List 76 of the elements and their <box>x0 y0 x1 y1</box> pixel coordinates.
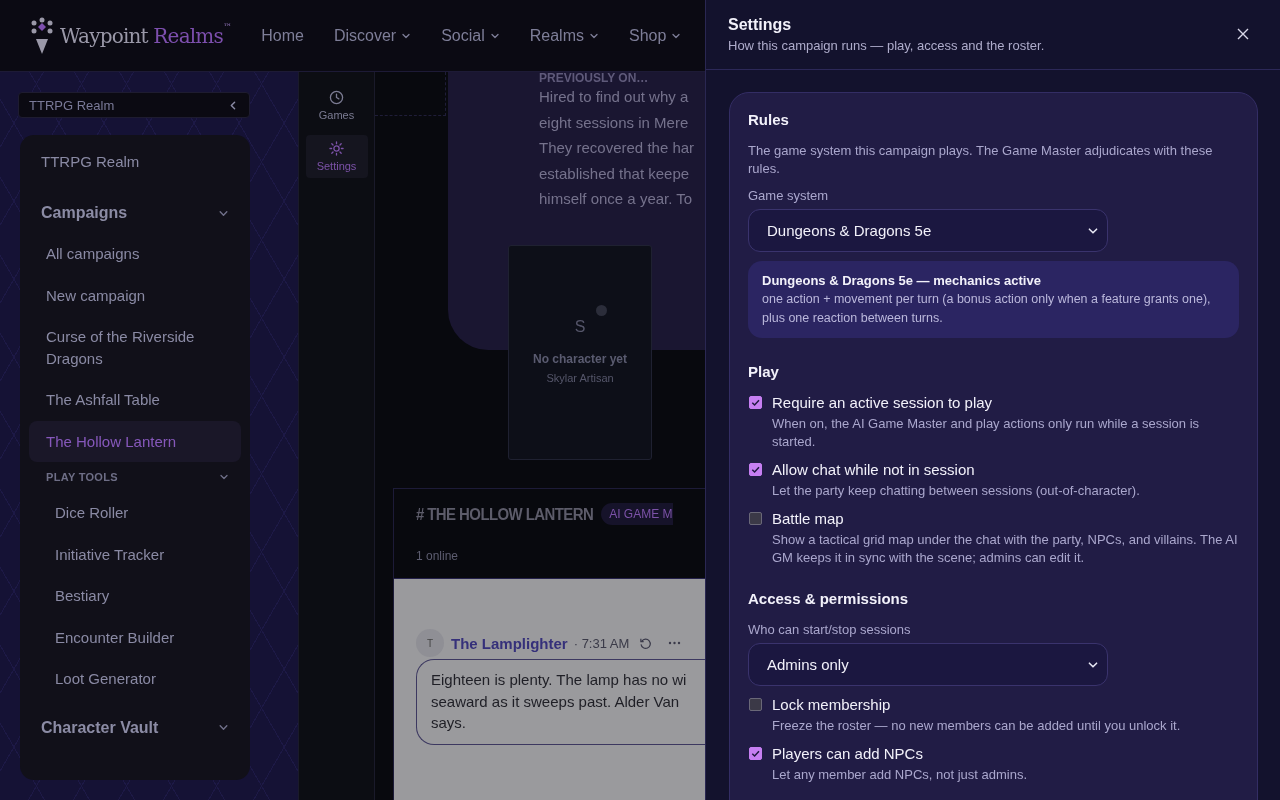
checkbox[interactable] <box>749 698 762 711</box>
nav-link[interactable]: Home <box>261 26 304 45</box>
checkbox-label[interactable]: Allow chat while not in session <box>772 460 1140 480</box>
section-description: The game system this campaign plays. The Game Master adjudicates with these rules. <box>748 142 1214 178</box>
select-field[interactable]: Dungeons & Dragons 5e <box>748 209 1108 252</box>
player-name: Skylar Artisan <box>546 372 614 384</box>
checkbox-description: When on, the AI Game Master and play actions only run while a session is started. <box>772 415 1201 451</box>
section-heading: Rules <box>748 110 790 130</box>
select-field[interactable]: Admins only <box>748 643 1108 686</box>
checkbox-label[interactable]: Players can add NPCs <box>772 744 1028 764</box>
info-text: one action + movement per turn (a bonus action only when a feature grants one), plus one reaction between turns. <box>762 291 1212 327</box>
nav-link[interactable]: Realms <box>529 26 599 45</box>
checkbox-description: Show a tactical grid map under the chat with the party, NPCs, and villains. The AI GM keeps it in sync with the scene; admins can edit it. <box>772 531 1239 567</box>
logo-wordmark[interactable]: Waypoint Realms$^{™}$ <box>60 23 232 48</box>
checkbox-label[interactable]: Lock membership <box>772 695 1181 715</box>
status-dot <box>595 305 607 316</box>
character-initial: S <box>574 318 586 336</box>
nav-link[interactable]: Social <box>441 26 500 45</box>
more-icon[interactable] <box>668 641 682 645</box>
section-heading: Access & permissions <box>748 589 910 609</box>
refresh-icon[interactable] <box>639 636 653 650</box>
info-title: Dungeons & Dragons 5e — mechanics active <box>762 272 1042 290</box>
sidebar-item[interactable]: Encounter Builder <box>29 616 241 658</box>
rail-tab[interactable]: Games <box>305 84 368 127</box>
sidebar-item[interactable]: The Hollow Lantern <box>29 420 241 462</box>
section-header[interactable]: Character Vault <box>29 707 241 748</box>
field-label: Game system <box>748 187 830 205</box>
sidebar-item[interactable]: Curse of the Riverside Dragons <box>29 316 241 379</box>
recap-text: They recovered the har <box>539 138 696 158</box>
rail-tab[interactable]: Settings <box>305 135 368 178</box>
message-time: · 7:31 AM <box>573 635 630 651</box>
drawer-title: Settings <box>728 15 793 35</box>
sidebar-item[interactable]: New campaign <box>29 274 241 316</box>
character-title: No character yet <box>532 352 627 366</box>
message-author[interactable]: The Lamplighter <box>451 634 568 652</box>
section-header[interactable]: Campaigns <box>29 193 241 233</box>
checkbox-description: Let any member add NPCs, not just admins. <box>772 766 1028 784</box>
role-badge: AI GAME M <box>601 503 673 525</box>
sidebar-item[interactable]: Bestiary <box>29 575 241 617</box>
sidebar-item[interactable]: Loot Generator <box>29 658 241 700</box>
realm-title: TTRPG Realm <box>40 152 141 172</box>
checkbox[interactable] <box>749 747 762 760</box>
channel-title: # THE HOLLOW LANTERN <box>416 505 594 523</box>
sidebar-item[interactable]: Initiative Tracker <box>29 533 241 575</box>
sidebar-item[interactable]: The Ashfall Table <box>29 379 241 421</box>
sidebar-item[interactable]: All campaigns <box>29 233 241 275</box>
close-button[interactable] <box>1236 27 1250 41</box>
drawer-subtitle: How this campaign runs — play, access and the roster. <box>728 38 1045 53</box>
checkbox-description: Let the party keep chatting between sessions (out-of-character). <box>772 482 1140 500</box>
checkbox[interactable] <box>749 463 762 476</box>
logo-icon <box>30 16 54 55</box>
clock-icon <box>329 90 344 105</box>
checkbox-label[interactable]: Battle map <box>772 509 1239 529</box>
recap-text: Hired to find out why a <box>539 87 690 107</box>
settings-icon <box>329 141 344 156</box>
character-card[interactable]: S No character yet Skylar Artisan <box>508 245 652 460</box>
nav-link[interactable]: Discover <box>333 26 412 45</box>
message-text: Eighteen is plenty. The lamp has no wi <box>431 670 688 690</box>
nav-link[interactable]: Shop <box>628 26 682 45</box>
recap-heading: PREVIOUSLY ON… <box>539 72 650 84</box>
recap-text: established that keepe <box>539 163 691 184</box>
sidebar-item[interactable]: Dice Roller <box>29 492 241 534</box>
section-header[interactable]: PLAY TOOLS <box>29 462 241 492</box>
field-label: Who can start/stop sessions <box>748 621 912 639</box>
checkbox[interactable] <box>749 396 762 409</box>
avatar: T <box>416 629 444 657</box>
section-heading: Play <box>748 362 780 382</box>
realm-select[interactable]: TTRPG Realm <box>18 92 250 118</box>
recap-text: himself once a year. To <box>539 189 694 209</box>
message-text: says. <box>431 713 467 733</box>
checkbox-description: Freeze the roster — no new members can be added until you unlock it. <box>772 717 1181 735</box>
online-count: 1 online <box>416 549 460 563</box>
checkbox[interactable] <box>749 512 762 525</box>
recap-text: eight sessions in Mere <box>539 112 690 133</box>
checkbox-label[interactable]: Require an active session to play <box>772 393 1239 413</box>
message-text: seaward as it sweeps past. Alder Van <box>431 691 681 712</box>
